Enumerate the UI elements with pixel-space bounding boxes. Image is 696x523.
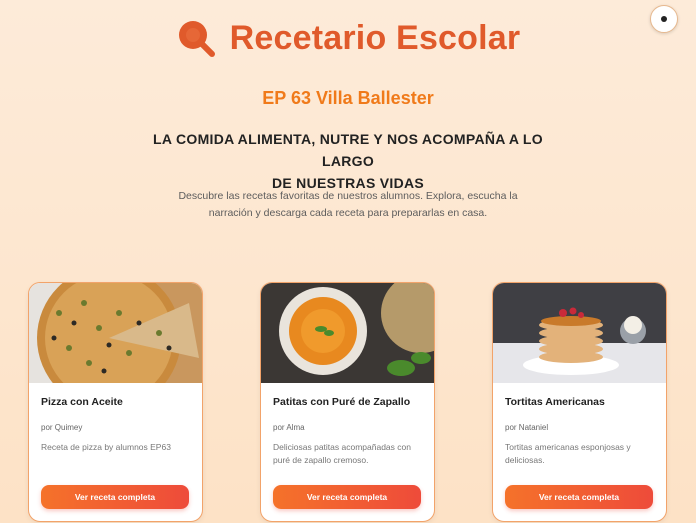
slogan-line: LA COMIDA ALIMENTA, NUTRE Y NOS ACOMPAÑA… (153, 131, 543, 169)
slogan: LA COMIDA ALIMENTA, NUTRE Y NOS ACOMPAÑA… (128, 128, 568, 194)
search-ladle-icon (178, 21, 215, 57)
header: Recetario Escolar (0, 18, 696, 58)
recipe-description: Tortitas americanas esponjosas y delicio… (505, 442, 631, 465)
recipe-author: por Quimey (41, 423, 83, 432)
view-recipe-button[interactable]: Ver receta completa (273, 485, 421, 509)
recipe-description: Deliciosas patitas acompañadas con puré … (273, 442, 411, 465)
pancakes-photo (493, 283, 666, 383)
pizza-photo (29, 283, 202, 383)
recipe-author: por Alma (273, 423, 305, 432)
recipe-card[interactable]: Patitas con Puré de Zapallo por Alma Del… (260, 282, 435, 522)
app-title: Recetario Escolar (229, 18, 521, 57)
view-recipe-button[interactable]: Ver receta completa (505, 485, 653, 509)
recipe-title: Patitas con Puré de Zapallo (273, 396, 411, 408)
recipe-author: por Nataniel (505, 423, 549, 432)
recipe-title: Tortitas Americanas (505, 396, 605, 408)
recipe-description: Receta de pizza by alumnos EP63 (41, 442, 171, 452)
description-line: Descubre las recetas favoritas de nuestr… (178, 190, 518, 202)
description-line: narración y descarga cada receta para pr… (208, 207, 488, 219)
recipe-card[interactable]: Pizza con Aceite por Quimey Receta de pi… (28, 282, 203, 522)
recipe-card[interactable]: Tortitas Americanas por Nataniel Tortita… (492, 282, 667, 522)
school-name: EP 63 Villa Ballester (262, 88, 434, 108)
recipe-title: Pizza con Aceite (41, 396, 123, 408)
pumpkin-soup-photo (261, 283, 434, 383)
view-recipe-button[interactable]: Ver receta completa (41, 485, 189, 509)
description: Descubre las recetas favoritas de nuestr… (150, 188, 546, 222)
